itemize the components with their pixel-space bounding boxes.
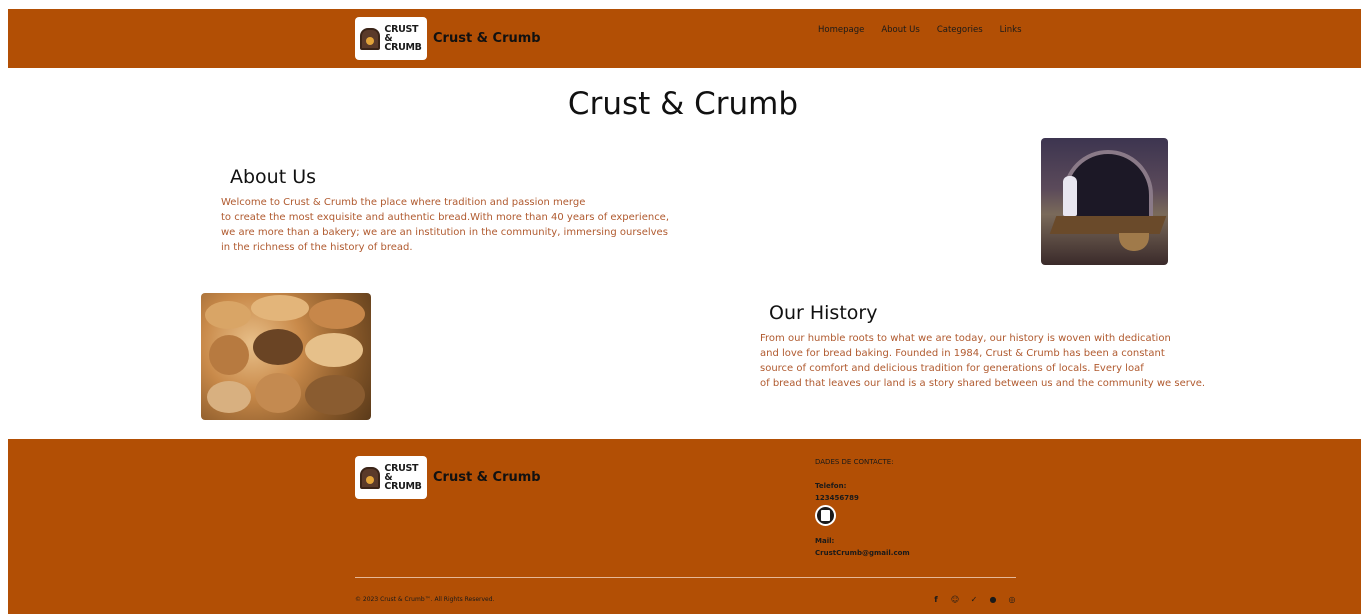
logo[interactable]: CRUST & CRUMB xyxy=(355,17,427,60)
mail-value[interactable]: CrustCrumb@gmail.com xyxy=(815,549,910,557)
footer-brand[interactable]: CRUST & CRUMB Crust & Crumb xyxy=(355,456,541,499)
brand-name[interactable]: Crust & Crumb xyxy=(433,31,541,46)
nav-homepage[interactable]: Homepage xyxy=(818,25,864,35)
phone-label: Telefon: xyxy=(815,482,847,490)
about-text: Welcome to Crust & Crumb the place where… xyxy=(221,197,670,253)
main-nav: Homepage About Us Categories Links xyxy=(818,25,1022,35)
bakery-photo xyxy=(1041,138,1168,265)
about-heading: About Us xyxy=(230,166,317,188)
site-header xyxy=(8,9,1361,68)
contact-heading: DADES DE CONTACTE: xyxy=(815,458,894,466)
nav-categories[interactable]: Categories xyxy=(937,25,983,35)
phone-icon[interactable] xyxy=(815,505,836,526)
history-heading: Our History xyxy=(769,302,878,324)
footer-brand-name[interactable]: Crust & Crumb xyxy=(433,470,541,485)
logo-text: CRUST & CRUMB xyxy=(384,463,422,492)
header-brand[interactable]: CRUST & CRUMB Crust & Crumb xyxy=(355,17,541,60)
page-title: Crust & Crumb xyxy=(567,86,799,122)
github-icon[interactable]: ● xyxy=(988,595,998,605)
oven-icon xyxy=(360,27,381,50)
mail-label: Mail: xyxy=(815,537,835,545)
footer-logo[interactable]: CRUST & CRUMB xyxy=(355,456,427,499)
footer-divider xyxy=(355,577,1016,578)
logo-text: CRUST & CRUMB xyxy=(384,24,422,53)
history-text: From our humble roots to what we are tod… xyxy=(760,333,1206,389)
bread-photo xyxy=(201,293,371,420)
twitter-icon[interactable]: ✓ xyxy=(969,595,979,605)
social-links: f ☺ ✓ ● ◎ xyxy=(931,595,1017,605)
discord-icon[interactable]: ☺ xyxy=(950,595,960,605)
site-footer xyxy=(8,439,1361,614)
oven-icon xyxy=(360,466,381,489)
copyright: © 2023 Crust & Crumb™. All Rights Reserv… xyxy=(355,596,495,603)
dribbble-icon[interactable]: ◎ xyxy=(1007,595,1017,605)
phone-value[interactable]: 123456789 xyxy=(815,494,859,502)
nav-about-us[interactable]: About Us xyxy=(881,25,919,35)
nav-links[interactable]: Links xyxy=(1000,25,1022,35)
facebook-icon[interactable]: f xyxy=(931,595,941,605)
